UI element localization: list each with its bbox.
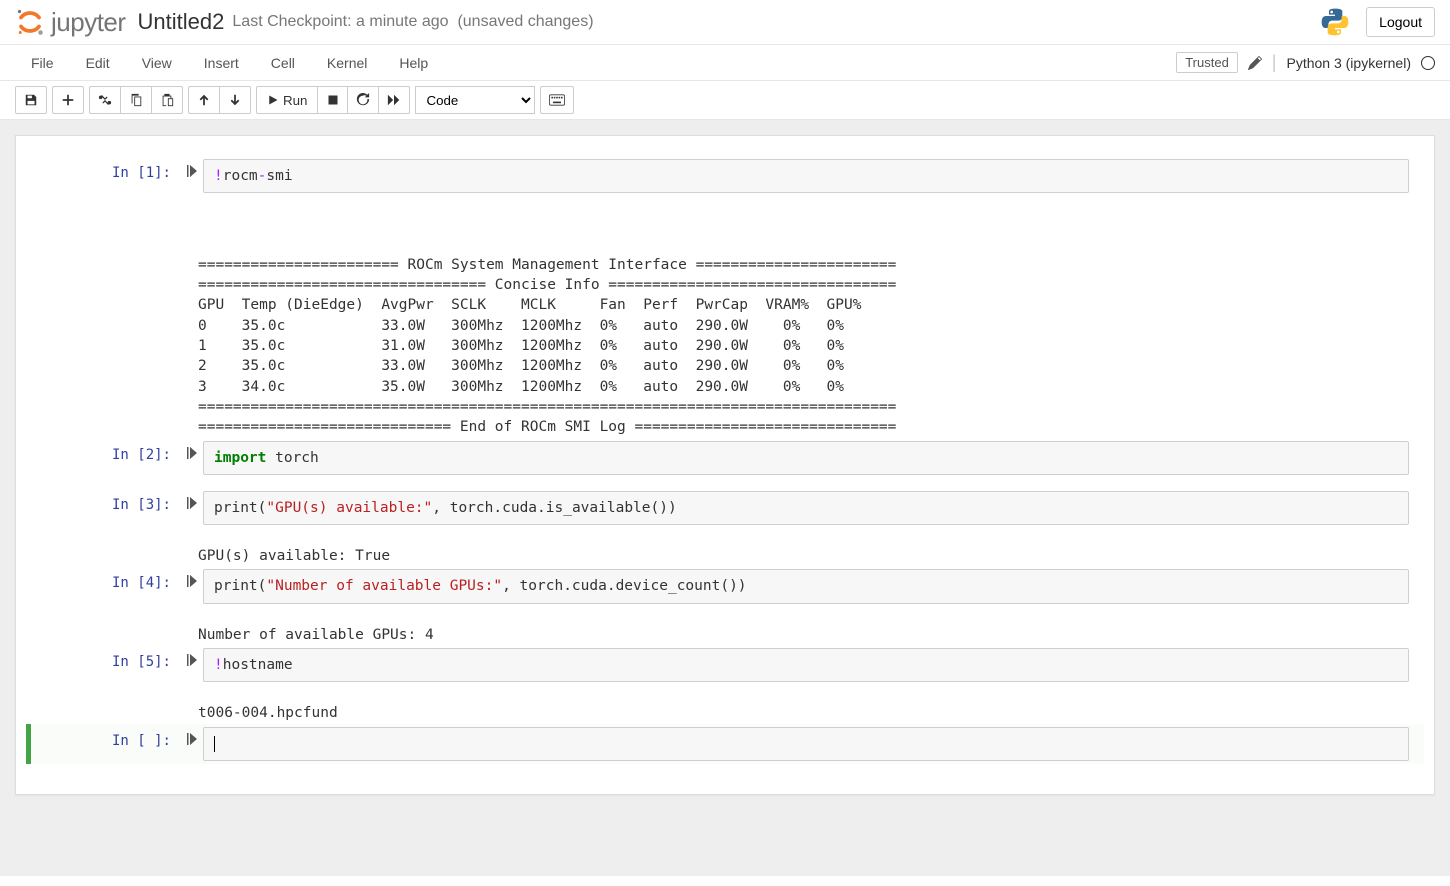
menubar: FileEditViewInsertCellKernelHelp Trusted…: [0, 45, 1450, 81]
arrow-down-icon: [228, 93, 242, 107]
run-cell-icon[interactable]: [181, 159, 203, 193]
kernel-name[interactable]: Python 3 (ipykernel): [1286, 55, 1411, 71]
logout-button[interactable]: Logout: [1366, 7, 1435, 37]
cut-button[interactable]: [89, 86, 121, 114]
add-cell-button[interactable]: [52, 86, 84, 114]
run-cell-icon[interactable]: [181, 569, 203, 603]
restart-button[interactable]: [348, 86, 379, 114]
separator: |: [1272, 52, 1277, 73]
menu-kernel[interactable]: Kernel: [311, 47, 383, 79]
menu-cell[interactable]: Cell: [255, 47, 311, 79]
cell-prompt: In [5]:: [31, 648, 181, 682]
cell-body: print("GPU(s) available:", torch.cuda.is…: [203, 491, 1424, 525]
logo-text: jupyter: [51, 7, 126, 38]
notebook: In [1]: !rocm-smi =======================…: [15, 135, 1435, 795]
move-down-button[interactable]: [220, 86, 251, 114]
paste-button[interactable]: [152, 86, 183, 114]
cell-output-row: GPU(s) available: True: [26, 538, 1424, 566]
menu-insert[interactable]: Insert: [188, 47, 255, 79]
move-up-button[interactable]: [188, 86, 220, 114]
cell-prompt: In [ ]:: [31, 727, 181, 761]
cell[interactable]: In [3]: print("GPU(s) available:", torch.…: [26, 488, 1424, 528]
restart-run-all-button[interactable]: [379, 86, 410, 114]
run-cell-icon[interactable]: [181, 648, 203, 682]
cell-output-row: ======================= ROCm System Mana…: [26, 206, 1424, 437]
stop-button[interactable]: [318, 86, 348, 114]
jupyter-logo-icon: [15, 7, 45, 37]
run-cell-icon[interactable]: [181, 441, 203, 475]
checkpoint-text: Last Checkpoint: a minute ago (unsaved c…: [232, 13, 593, 31]
cell[interactable]: In [1]: !rocm-smi: [26, 156, 1424, 196]
celltype-select[interactable]: Code: [415, 86, 535, 114]
cell-body: [203, 727, 1424, 761]
menu-help[interactable]: Help: [383, 47, 444, 79]
paste-icon: [160, 93, 174, 107]
header-bar: jupyter Untitled2 Last Checkpoint: a min…: [0, 0, 1450, 45]
restart-icon: [356, 93, 370, 107]
cell-input[interactable]: import torch: [203, 441, 1409, 475]
save-button[interactable]: [15, 86, 47, 114]
cell-prompt: In [2]:: [31, 441, 181, 475]
cell-input[interactable]: !hostname: [203, 648, 1409, 682]
menu-view[interactable]: View: [126, 47, 188, 79]
arrow-up-icon: [197, 93, 211, 107]
plus-icon: [61, 93, 75, 107]
menu-edit[interactable]: Edit: [70, 47, 126, 79]
cell-output-row: t006-004.hpcfund: [26, 695, 1424, 723]
copy-icon: [129, 93, 143, 107]
cell-prompt: In [4]:: [31, 569, 181, 603]
cell[interactable]: In [2]: import torch: [26, 438, 1424, 478]
cell-body: !rocm-smi: [203, 159, 1424, 193]
logo[interactable]: jupyter: [15, 7, 126, 38]
python-icon: [1319, 6, 1351, 38]
cell-prompt: In [1]:: [31, 159, 181, 193]
cut-icon: [98, 93, 112, 107]
kernel-status-icon: [1421, 56, 1435, 70]
run-button[interactable]: Run: [256, 86, 318, 114]
toolbar: Run Code: [0, 81, 1450, 120]
cell-input[interactable]: print("GPU(s) available:", torch.cuda.is…: [203, 491, 1409, 525]
stop-icon: [327, 94, 339, 106]
keyboard-icon: [549, 94, 565, 106]
cell-output: ======================= ROCm System Mana…: [198, 206, 1409, 437]
edit-icon[interactable]: [1248, 56, 1262, 70]
cell-output-row: Number of available GPUs: 4: [26, 617, 1424, 645]
play-icon: [267, 94, 279, 106]
fast-forward-icon: [387, 93, 401, 107]
cell-body: print("Number of available GPUs:", torch…: [203, 569, 1424, 603]
notebook-title[interactable]: Untitled2: [138, 9, 225, 35]
cell[interactable]: In [4]: print("Number of available GPUs:"…: [26, 566, 1424, 606]
cell-body: import torch: [203, 441, 1424, 475]
cell-output: t006-004.hpcfund: [198, 695, 1409, 723]
cell-input[interactable]: !rocm-smi: [203, 159, 1409, 193]
cell-output: GPU(s) available: True: [198, 538, 1409, 566]
cell-body: !hostname: [203, 648, 1424, 682]
cell-output: Number of available GPUs: 4: [198, 617, 1409, 645]
command-palette-button[interactable]: [540, 86, 574, 114]
cell-prompt: In [3]:: [31, 491, 181, 525]
cell[interactable]: In [5]: !hostname: [26, 645, 1424, 685]
cell[interactable]: In [ ]:: [26, 724, 1424, 764]
trusted-indicator[interactable]: Trusted: [1176, 52, 1238, 73]
notebook-container: In [1]: !rocm-smi =======================…: [0, 120, 1450, 876]
cell-input[interactable]: print("Number of available GPUs:", torch…: [203, 569, 1409, 603]
run-cell-icon[interactable]: [181, 491, 203, 525]
menu-file[interactable]: File: [15, 47, 70, 79]
cell-input[interactable]: [203, 727, 1409, 761]
copy-button[interactable]: [121, 86, 152, 114]
save-icon: [24, 93, 38, 107]
run-cell-icon[interactable]: [181, 727, 203, 761]
